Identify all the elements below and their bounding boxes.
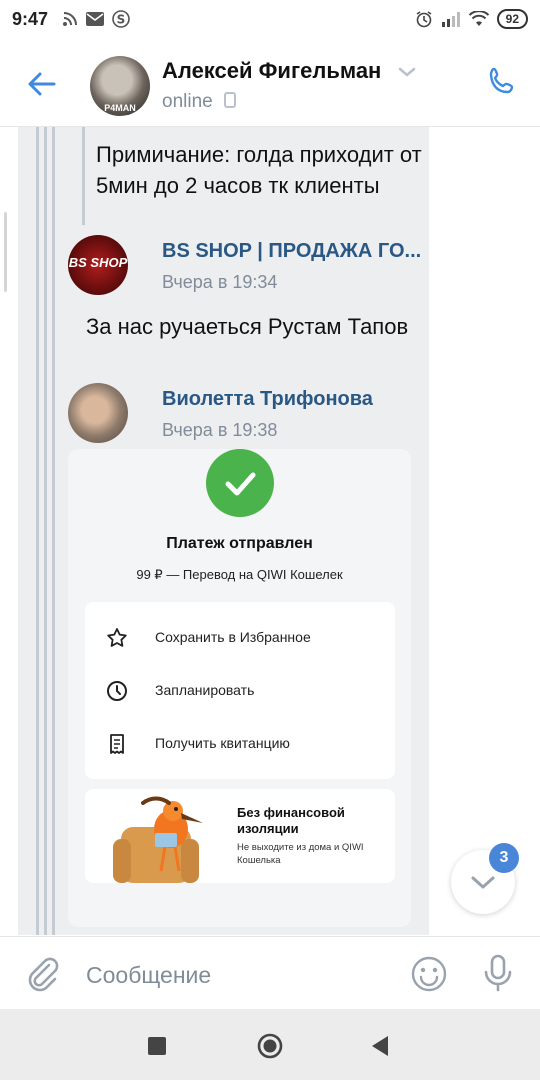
message-bubble[interactable]: Примичание: голда приходит от 5мин до 2 … [18, 127, 429, 935]
unread-count-badge: 3 [489, 843, 519, 873]
wifi-icon [468, 11, 489, 26]
microphone-icon[interactable] [483, 953, 513, 993]
mobile-icon [224, 92, 236, 108]
contact-avatar[interactable]: P4MAN [90, 56, 150, 116]
receipt-actions: Сохранить в Избранное Запланировать Полу… [85, 602, 395, 779]
action-save-favorites[interactable]: Сохранить в Избранное [85, 612, 395, 664]
alarm-icon [416, 11, 432, 28]
nav-back-icon[interactable] [368, 1033, 390, 1059]
user-avatar[interactable] [68, 383, 128, 443]
contact-name[interactable]: Алексей Фигельман [162, 58, 381, 84]
receipt-icon [105, 732, 129, 756]
star-icon [105, 626, 129, 650]
home-button[interactable] [257, 1033, 283, 1059]
status-time: 9:47 [12, 9, 49, 29]
action-label: Сохранить в Избранное [155, 629, 311, 645]
contact-status: online [162, 91, 236, 113]
action-get-receipt[interactable]: Получить квитанцию [85, 718, 395, 770]
paperclip-icon[interactable] [22, 953, 62, 993]
promo-text: Не выходите из дома и QIWI Кошелька [237, 842, 364, 866]
chevron-down-icon[interactable] [398, 66, 416, 78]
system-navigation-bar [0, 1009, 540, 1080]
check-icon [206, 449, 274, 517]
chat-header: P4MAN Алексей Фигельман online [0, 40, 540, 127]
shop-author-name[interactable]: BS SHOP | ПРОДАЖА ГО... [162, 240, 421, 263]
rss-icon [63, 12, 77, 26]
system-icons: 92 [415, 9, 528, 29]
scroll-indicator [4, 212, 7, 292]
forward-line [52, 127, 55, 935]
action-schedule[interactable]: Запланировать [85, 665, 395, 717]
forward-line [44, 127, 47, 935]
shop-avatar[interactable]: BS SHOP [68, 235, 128, 295]
message-input[interactable] [84, 957, 398, 993]
shop-message-time: Вчера в 19:34 [162, 272, 278, 292]
avatar-caption: P4MAN [104, 103, 136, 113]
svg-text:S: S [117, 13, 126, 27]
back-arrow-icon[interactable] [22, 64, 62, 104]
battery-indicator: 92 [496, 9, 528, 29]
kiwi-bird-illustration [113, 796, 203, 883]
forward-line-inner [82, 127, 85, 225]
shop-avatar-caption: BS SHOP [68, 255, 128, 270]
action-label: Получить квитанцию [155, 735, 290, 751]
forwarded-note: Примичание: голда приходит от 5мин до 2 … [96, 142, 422, 198]
promo-title: Без финансовой изоляции [237, 805, 345, 836]
phone-icon[interactable] [486, 66, 518, 98]
clock-icon [105, 679, 129, 703]
emoji-icon[interactable] [410, 955, 448, 993]
receipt-subtitle: 99 ₽ — Перевод на QIWI Кошелек [136, 567, 343, 582]
dollar-icon: S [112, 10, 130, 28]
notification-icons: S [62, 10, 130, 28]
status-bar: 9:47 S 92 [0, 0, 540, 40]
user-author-name[interactable]: Виолетта Трифонова [162, 388, 373, 411]
receipt-title: Платеж отправлен [166, 535, 313, 552]
promo-banner[interactable]: Без финансовой изоляции Не выходите из д… [85, 789, 395, 883]
signal-icon [441, 12, 460, 27]
forward-line [36, 127, 39, 935]
recent-apps-button[interactable] [148, 1037, 166, 1055]
shop-message-text: За нас ручаеться Рустам Тапов [86, 314, 409, 339]
status-text: online [162, 91, 213, 112]
payment-screenshot[interactable]: Платеж отправлен 99 ₽ — Перевод на QIWI … [68, 449, 411, 927]
user-message-time: Вчера в 19:38 [162, 420, 278, 440]
message-composer [0, 936, 540, 1009]
message-list[interactable]: Примичание: голда приходит от 5мин до 2 … [0, 127, 540, 935]
mail-icon [86, 12, 104, 26]
action-label: Запланировать [155, 682, 255, 698]
